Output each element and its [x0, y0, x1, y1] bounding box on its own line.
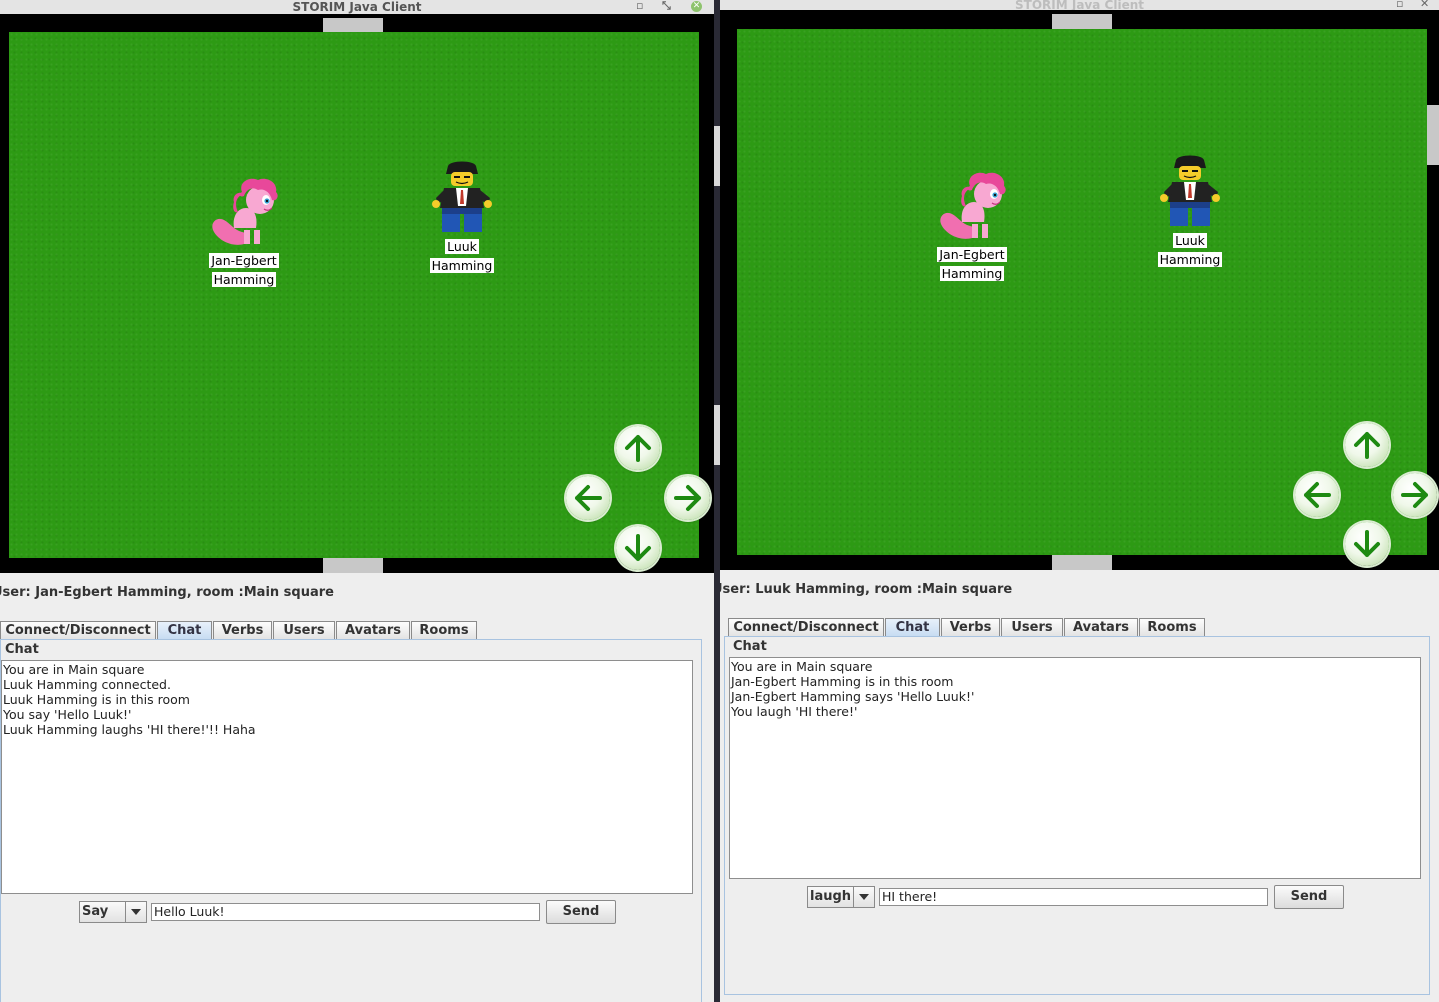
chat-line: Luuk Hamming connected.	[3, 677, 171, 692]
chat-line: You are in Main square	[3, 662, 145, 677]
close-icon[interactable]: ✕	[691, 1, 702, 12]
message-input[interactable]: HI there!	[879, 888, 1268, 906]
lego-minifig-icon	[432, 161, 492, 232]
avatar-luuk[interactable]: Luuk Hamming	[412, 160, 512, 274]
window-title: STORIM Java Client	[1015, 0, 1144, 10]
close-icon[interactable]: ✕	[1420, 0, 1429, 10]
verb-select-value: Say	[82, 904, 109, 919]
arrow-up-icon	[1354, 432, 1380, 459]
tab-rooms[interactable]: Rooms	[1139, 618, 1205, 636]
move-right-button[interactable]	[1393, 473, 1437, 517]
chat-line: You laugh 'HI there!'	[731, 704, 858, 719]
verb-select-value: laugh	[810, 889, 852, 904]
chat-line: Jan-Egbert Hamming is in this room	[731, 674, 954, 689]
tab-avatars[interactable]: Avatars	[336, 621, 410, 639]
chat-log[interactable]: You are in Main square Luuk Hamming conn…	[1, 660, 693, 894]
move-down-button[interactable]	[1345, 522, 1389, 566]
maximize-icon[interactable]: ⤡	[662, 0, 671, 12]
window-titlebar: STORIM Java Client ▫ ✕	[720, 0, 1439, 10]
arrow-left-icon	[575, 485, 602, 511]
avatar-name-line1: Jan-Egbert	[937, 247, 1007, 262]
tab-verbs[interactable]: Verbs	[213, 621, 272, 639]
send-button[interactable]: Send	[1274, 885, 1344, 909]
chat-line: Luuk Hamming laughs 'HI there!'!! Haha	[3, 722, 256, 737]
tab-bar: Connect/Disconnect Chat Verbs Users Avat…	[0, 621, 714, 639]
tab-users[interactable]: Users	[273, 621, 335, 639]
tab-connect[interactable]: Connect/Disconnect	[728, 618, 884, 636]
tab-verbs[interactable]: Verbs	[941, 618, 1000, 636]
chat-log[interactable]: You are in Main square Jan-Egbert Hammin…	[729, 657, 1421, 879]
door-north	[1052, 14, 1112, 29]
tab-bar: Connect/Disconnect Chat Verbs Users Avat…	[728, 618, 1439, 636]
arrow-right-icon	[1401, 482, 1428, 508]
tab-chat[interactable]: Chat	[885, 618, 940, 636]
avatar-name-line2: Hamming	[1157, 252, 1223, 267]
arrow-down-icon	[625, 534, 651, 561]
room-view: Jan-Egbert Hamming Luuk Hamming	[720, 10, 1439, 570]
user-room-status: User: Luuk Hamming, room :Main square	[720, 582, 1013, 597]
move-left-button[interactable]	[566, 476, 610, 520]
pony-avatar-icon	[940, 172, 1006, 239]
avatar-jan-egbert[interactable]: Jan-Egbert Hamming	[194, 174, 294, 288]
room-view: Jan-Egbert Hamming Luuk Hamming	[0, 14, 714, 573]
avatar-jan-egbert[interactable]: Jan-Egbert Hamming	[922, 168, 1022, 282]
arrow-up-icon	[625, 435, 651, 462]
tab-chat[interactable]: Chat	[157, 621, 212, 639]
chat-panel-label: Chat	[5, 642, 39, 657]
chevron-down-icon[interactable]	[853, 887, 874, 907]
chevron-down-icon[interactable]	[125, 902, 146, 922]
user-room-status: User: Jan-Egbert Hamming, room :Main squ…	[0, 585, 334, 600]
avatar-name-line1: Jan-Egbert	[209, 253, 279, 268]
pony-avatar-icon	[212, 178, 278, 245]
move-down-button[interactable]	[616, 526, 660, 570]
move-up-button[interactable]	[1345, 423, 1389, 467]
client-window-1: STORIM Java Client ▫ ⤡ ✕ Jan-Egbert Hamm…	[0, 0, 714, 1002]
door-east	[1427, 105, 1439, 165]
avatar-name-line2: Hamming	[429, 258, 495, 273]
tab-users[interactable]: Users	[1001, 618, 1063, 636]
window-title: STORIM Java Client	[292, 0, 422, 14]
avatar-name-line2: Hamming	[211, 272, 277, 287]
chat-line: You are in Main square	[731, 659, 873, 674]
tab-avatars[interactable]: Avatars	[1064, 618, 1138, 636]
minimize-icon[interactable]: ▫	[636, 0, 643, 12]
window-titlebar: STORIM Java Client ▫ ⤡ ✕	[0, 0, 714, 14]
move-left-button[interactable]	[1295, 473, 1339, 517]
avatar-name-line2: Hamming	[939, 266, 1005, 281]
send-button[interactable]: Send	[546, 900, 616, 924]
move-right-button[interactable]	[666, 476, 710, 520]
door-south	[1052, 555, 1112, 570]
avatar-name-line1: Luuk	[445, 239, 479, 254]
avatar-luuk[interactable]: Luuk Hamming	[1140, 154, 1240, 268]
verb-select[interactable]: Say	[79, 901, 147, 923]
chat-line: Luuk Hamming is in this room	[3, 692, 190, 707]
chat-panel-label: Chat	[733, 639, 767, 654]
door-north	[323, 18, 383, 32]
message-input[interactable]: Hello Luuk!	[151, 903, 540, 921]
tab-connect[interactable]: Connect/Disconnect	[0, 621, 156, 639]
lego-minifig-icon	[1160, 155, 1220, 226]
client-window-2: STORIM Java Client ▫ ✕ Jan-Egbert Hammin…	[720, 0, 1439, 1002]
arrow-down-icon	[1354, 530, 1380, 557]
arrow-right-icon	[674, 485, 701, 511]
chat-line: Jan-Egbert Hamming says 'Hello Luuk!'	[731, 689, 975, 704]
verb-select[interactable]: laugh	[807, 886, 875, 908]
chat-line: You say 'Hello Luuk!'	[3, 707, 132, 722]
arrow-left-icon	[1304, 482, 1331, 508]
move-up-button[interactable]	[616, 426, 660, 470]
avatar-name-line1: Luuk	[1173, 233, 1207, 248]
door-south	[323, 558, 383, 573]
minimize-icon[interactable]: ▫	[1396, 0, 1403, 10]
tab-rooms[interactable]: Rooms	[411, 621, 477, 639]
